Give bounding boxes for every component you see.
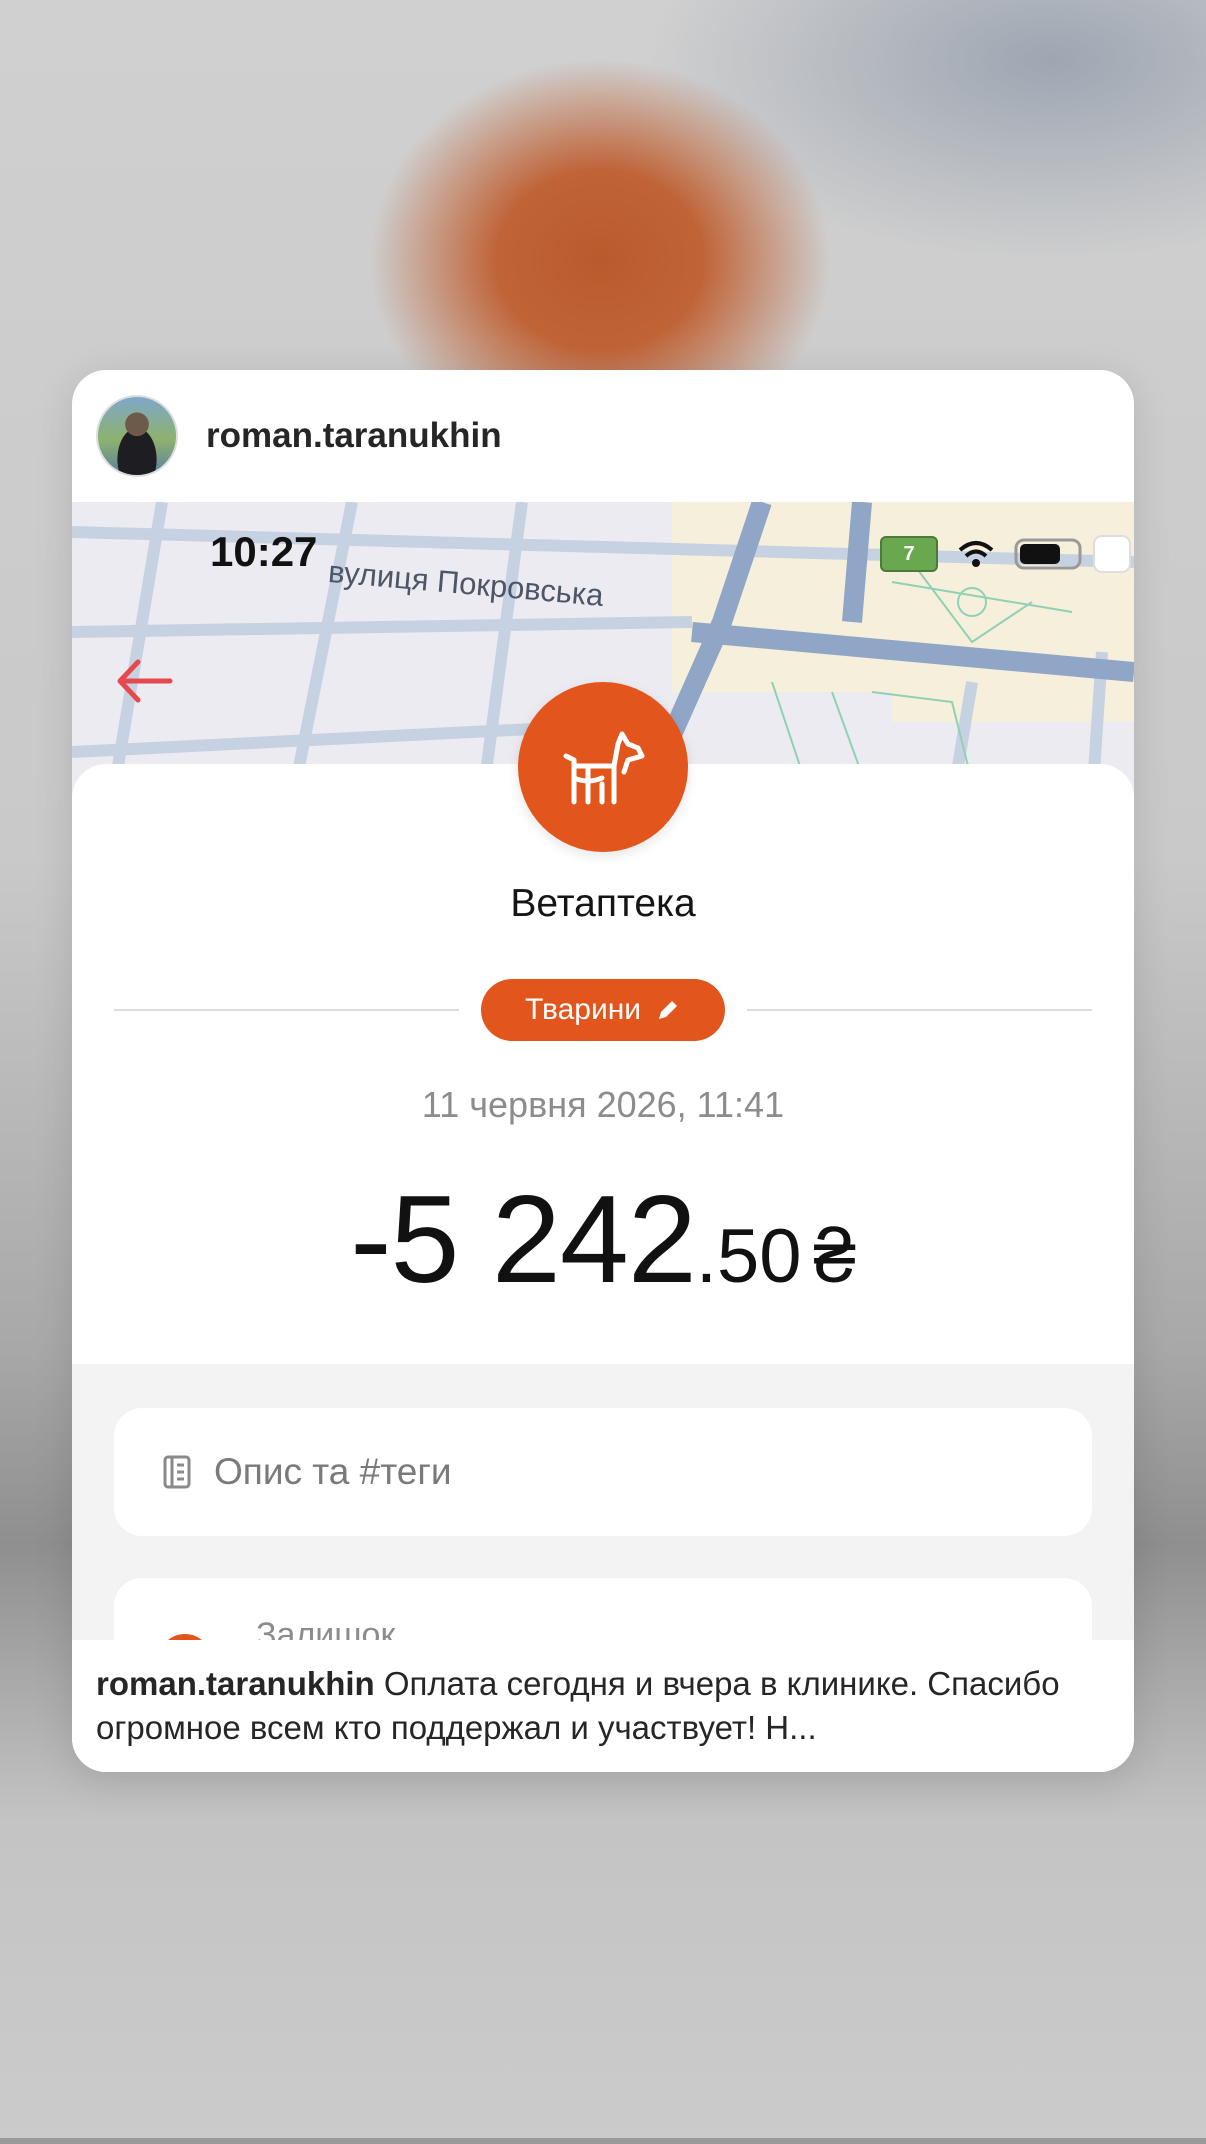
avatar[interactable] <box>96 395 178 477</box>
amount-currency: ₴ <box>813 1214 856 1299</box>
caption-username[interactable]: roman.taranukhin <box>96 1665 375 1702</box>
battery-indicator: 7 <box>880 536 938 572</box>
caption-text-block: roman.taranukhin Оплата сегодня и вчера … <box>96 1662 1110 1750</box>
balance-label: Залишок <box>256 1616 396 1640</box>
category-row: Тварини <box>114 978 1092 1042</box>
amount-fraction: .50 <box>695 1214 802 1299</box>
description-field[interactable]: Опис та #теги <box>114 1408 1092 1536</box>
post-image-screenshot: 10:27 вулиця Покровська 7 Ветаптека Твар… <box>72 502 1134 1640</box>
divider-left <box>114 1009 459 1011</box>
notes-icon <box>163 1455 191 1489</box>
details-area: Опис та #теги Залишок <box>72 1364 1134 1640</box>
instagram-post-card[interactable]: roman.taranukhin 10:27 вулиця Покровська… <box>72 370 1134 1772</box>
divider-right <box>747 1009 1092 1011</box>
status-time: 10:27 <box>210 528 318 575</box>
post-header: roman.taranukhin <box>72 370 1134 502</box>
category-avatar[interactable] <box>518 682 688 852</box>
category-chip-button[interactable]: Тварини <box>480 979 726 1041</box>
arrow-left-icon[interactable] <box>114 656 174 706</box>
transaction-sheet: Ветаптека Тварини 11 червня 2026, 11:41 … <box>72 682 1134 1364</box>
transaction-amount: -5 242.50 ₴ <box>72 1178 1134 1302</box>
dog-icon <box>563 731 645 805</box>
wifi-icon <box>958 541 994 567</box>
post-username[interactable]: roman.taranukhin <box>206 416 502 456</box>
merchant-name: Ветаптека <box>510 882 696 925</box>
pencil-icon <box>659 1001 678 1019</box>
category-label: Тварини <box>524 993 642 1026</box>
balance-card[interactable]: Залишок <box>114 1578 1092 1640</box>
amount-whole: -5 242 <box>350 1171 697 1309</box>
description-placeholder: Опис та #теги <box>214 1451 452 1492</box>
status-icons: 7 <box>880 532 1134 576</box>
bottom-strip <box>0 2138 1206 2144</box>
battery-icon <box>1014 535 1131 573</box>
post-caption[interactable]: roman.taranukhin Оплата сегодня и вчера … <box>72 1640 1134 1772</box>
transaction-date: 11 червня 2026, 11:41 <box>421 1084 785 1125</box>
